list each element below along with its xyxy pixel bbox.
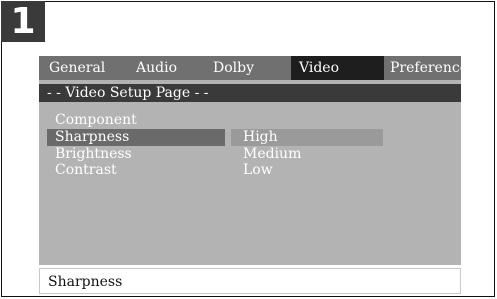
menu-item-brightness[interactable]: Brightness [55, 146, 132, 162]
option-low[interactable]: Low [243, 162, 273, 178]
tab-dolby[interactable]: Dolby [213, 56, 254, 80]
option-medium[interactable]: Medium [243, 146, 301, 162]
page-title-bar: - - Video Setup Page - - [39, 84, 461, 102]
tab-general[interactable]: General [49, 56, 105, 80]
page-title: - - Video Setup Page - - [47, 85, 209, 101]
option-high[interactable]: High [243, 129, 278, 145]
status-bar: Sharpness [39, 268, 461, 294]
menu-item-sharpness[interactable]: Sharpness [55, 129, 129, 145]
tab-audio[interactable]: Audio [136, 56, 177, 80]
menu-item-component[interactable]: Component [55, 112, 137, 128]
tab-preference[interactable]: Preference [390, 56, 468, 80]
menu-item-contrast[interactable]: Contrast [55, 162, 117, 178]
setup-screen: General Audio Dolby Video Preference - -… [39, 56, 468, 265]
tab-video[interactable]: Video [291, 56, 384, 80]
status-text: Sharpness [48, 274, 123, 290]
tab-bar: General Audio Dolby Video Preference [39, 56, 468, 80]
step-number-badge: 1 [1, 1, 45, 42]
